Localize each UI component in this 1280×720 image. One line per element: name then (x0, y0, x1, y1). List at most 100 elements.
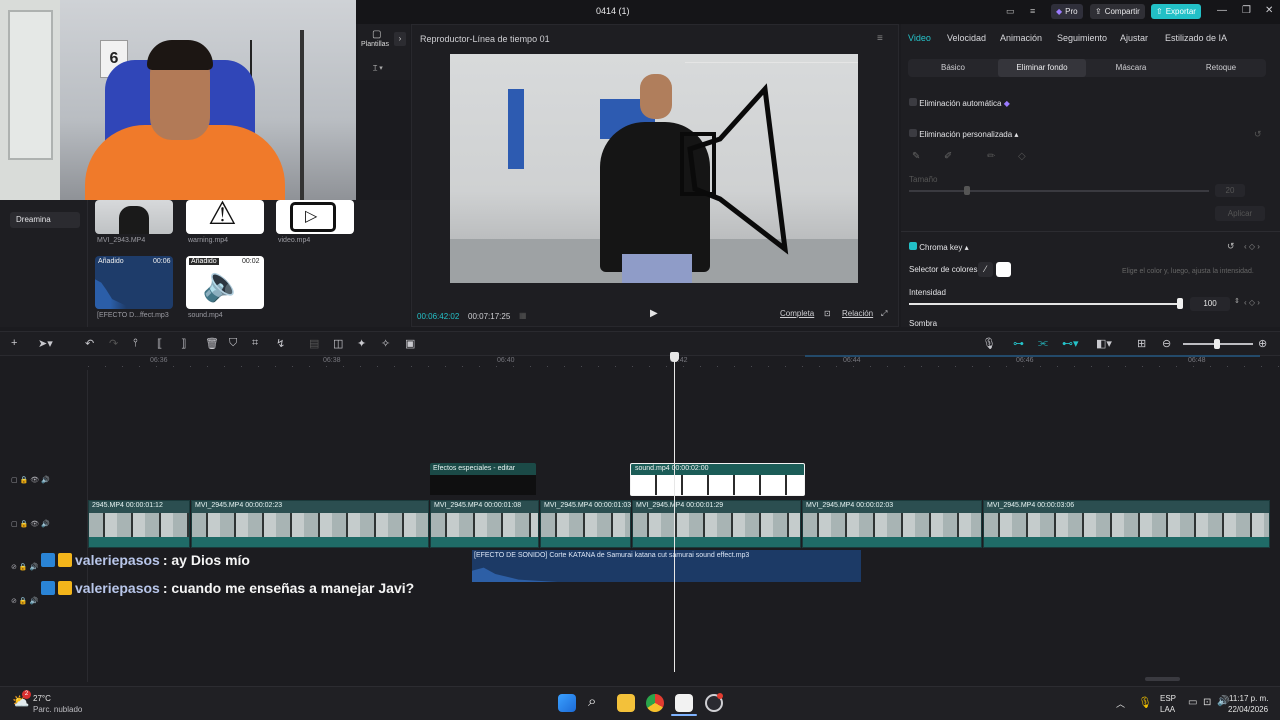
ripple-icon[interactable]: ◧▾ (1096, 337, 1112, 350)
timeline-grid-icon[interactable]: ▦ (519, 311, 527, 320)
language-bottom[interactable]: LAA (1160, 705, 1175, 714)
video-clip[interactable]: MVI_2945.MP4 00:00:02:23 (191, 500, 429, 548)
subtab-retouch[interactable]: Retoque (1176, 59, 1266, 77)
sound-clip[interactable]: sound.mp4 00:00:02:00 (630, 463, 805, 496)
track-main-controls[interactable]: ▢ 🔒 👁 🔊 (11, 520, 50, 528)
chrome-icon[interactable] (646, 694, 664, 712)
undo-icon[interactable]: ↶ (85, 337, 94, 350)
pen-icon[interactable]: ✏ (987, 151, 995, 162)
nav-item-dreamina[interactable]: Dreamina (10, 212, 80, 228)
video-clip[interactable]: MVI_2945.MP4 00:00:01:08 (430, 500, 539, 548)
chroma-checkbox[interactable] (909, 242, 917, 250)
playhead[interactable] (670, 352, 679, 672)
magic-icon[interactable]: ✧ (381, 337, 390, 350)
chevron-right-icon[interactable]: › (394, 32, 406, 46)
apply-button[interactable]: Aplicar (1215, 206, 1265, 221)
media-tile-sound[interactable]: Añadido 00:02 🔈 (186, 256, 264, 309)
pro-button[interactable]: ◆ Pro (1051, 4, 1083, 19)
keyframe-nav-icon[interactable]: ‹ ◇ › (1244, 298, 1260, 307)
video-clip[interactable]: MVI_2945.MP4 00:00:03:06 (983, 500, 1270, 548)
selection-box[interactable] (685, 62, 858, 283)
share-button[interactable]: ⇪ Compartir (1090, 4, 1145, 19)
color-swatch[interactable] (996, 262, 1011, 277)
split-icon[interactable]: ⫯ (133, 337, 138, 350)
intensity-slider[interactable] (909, 303, 1181, 305)
track-audio1-controls[interactable]: ⊘ 🔒 🔊 (11, 563, 38, 571)
play-icon[interactable]: ▶ (650, 308, 658, 319)
stepper-icon[interactable]: ⇕ (1234, 297, 1240, 305)
text-format-icon[interactable]: T̲ ▾ (373, 64, 383, 72)
tab-ai-style[interactable]: Estilizado de IA (1165, 33, 1227, 43)
chroma-row[interactable]: Chroma key ▴ (909, 242, 969, 252)
mirror-icon[interactable]: ◫ (333, 337, 343, 350)
close-icon[interactable]: ✕ (1265, 5, 1273, 16)
eyedropper-icon[interactable]: ⁄ (978, 262, 993, 277)
select-tool-icon[interactable]: ➤▾ (38, 337, 53, 350)
intensity-value[interactable]: 100 (1190, 297, 1230, 311)
reset-icon[interactable]: ↺ (1227, 241, 1235, 252)
player-menu-icon[interactable]: ≡ (877, 33, 883, 44)
link-track-icon[interactable]: ⊶ (1013, 337, 1024, 350)
maximize-icon[interactable]: ❐ (1242, 5, 1251, 16)
snap-icon[interactable]: ⫘ (1038, 337, 1048, 350)
audio-clip[interactable]: [EFECTO DE SONIDO] Corte KATANA de Samur… (472, 550, 861, 582)
display-icon[interactable]: ▭ (1188, 697, 1197, 708)
track-fx-controls[interactable]: ▢ 🔒 👁 🔊 (11, 476, 50, 484)
reset-icon[interactable]: ↺ (1254, 129, 1262, 140)
auto-remove-row[interactable]: Eliminación automática ◆ (909, 98, 1010, 108)
subtab-remove-bg[interactable]: Eliminar fondo (998, 59, 1086, 77)
media-tile-efecto[interactable]: Añadido 00:06 (95, 256, 173, 309)
subtab-mask[interactable]: Máscara (1086, 59, 1176, 77)
file-explorer-icon[interactable] (617, 694, 635, 712)
brush-icon[interactable]: ✎ (912, 151, 920, 162)
fx-clip[interactable]: Efectos especiales - editar (430, 463, 536, 495)
menu-icon[interactable]: ≡ (1030, 6, 1035, 16)
freeze-icon[interactable]: ▤ (309, 337, 319, 350)
curve-icon[interactable]: ↯ (276, 337, 285, 350)
microphone-tray-icon[interactable]: 🎙 (1138, 696, 1152, 709)
custom-remove-row[interactable]: Eliminación personalizada ▴ (909, 129, 1018, 139)
crop-icon[interactable]: ⌗ (252, 337, 258, 350)
capcut-icon[interactable] (675, 694, 693, 712)
zoom-in-icon[interactable]: ⊕ (1258, 337, 1267, 350)
language-top[interactable]: ESP (1160, 694, 1176, 703)
custom-remove-checkbox[interactable] (909, 129, 917, 137)
eraser-icon[interactable]: ◇ (1018, 151, 1026, 162)
full-quality-button[interactable]: Completa (780, 309, 814, 318)
video-clip[interactable]: MVI_2945.MP4 00:00:02:03 (802, 500, 982, 548)
minimize-icon[interactable]: — (1217, 5, 1227, 16)
redo-icon[interactable]: ↷ (109, 337, 118, 350)
network-icon[interactable]: ⊡ (1203, 697, 1211, 708)
playhead-handle[interactable] (670, 352, 679, 362)
size-slider[interactable] (909, 190, 1209, 192)
tab-adjust[interactable]: Ajustar (1120, 33, 1148, 43)
trim-left-icon[interactable]: ⟦ (157, 337, 162, 350)
media-tile-mvi2943[interactable] (95, 200, 173, 234)
preview-axis-icon[interactable]: ⊷▾ (1062, 337, 1079, 350)
tab-speed[interactable]: Velocidad (947, 33, 986, 43)
timeline-scrollbar[interactable] (1145, 677, 1180, 681)
layout-icon[interactable]: ▭ (1006, 6, 1015, 17)
size-value[interactable]: 20 (1215, 184, 1245, 197)
size-slider-thumb[interactable] (964, 186, 970, 195)
clock-time[interactable]: 11:17 p. m. (1229, 694, 1268, 703)
fullscreen-icon[interactable]: ⤢ (881, 309, 887, 319)
templates-tab[interactable]: ▢ Plantillas › T̲ ▾ (358, 24, 410, 80)
shield-icon[interactable]: ⛉ (229, 337, 237, 350)
video-clip[interactable]: MVI_2945.MP4 00:00:01:03 (540, 500, 631, 548)
windows-start-icon[interactable] (558, 694, 576, 712)
chevron-up-icon[interactable]: ︿ (1116, 697, 1125, 710)
ai-icon[interactable]: ✦ (357, 337, 366, 350)
auto-remove-checkbox[interactable] (909, 98, 917, 106)
microphone-icon[interactable]: 🎙 (982, 337, 996, 350)
trim-right-icon[interactable]: ⟧ (181, 337, 186, 350)
tab-tracking[interactable]: Seguimiento (1057, 33, 1107, 43)
zoom-out-icon[interactable]: ⊖ (1162, 337, 1171, 350)
export-button[interactable]: ⇧ Exportar (1151, 4, 1201, 19)
media-tile-video[interactable]: ▷ (276, 200, 354, 234)
video-clip[interactable]: 2945.MP4 00:00:01:12 (88, 500, 190, 548)
media-tile-warning[interactable]: ⚠ (186, 200, 264, 234)
clock-date[interactable]: 22/04/2026 (1228, 705, 1268, 714)
zoom-slider-thumb[interactable] (1214, 339, 1220, 349)
subtab-basic[interactable]: Básico (908, 59, 998, 77)
